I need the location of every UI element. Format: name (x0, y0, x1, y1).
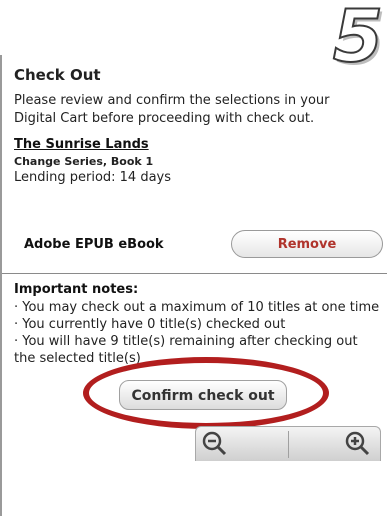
intro-text: Please review and confirm the selections… (14, 93, 330, 126)
remove-button[interactable]: Remove (231, 230, 383, 258)
book-title-link[interactable]: The Sunrise Lands (14, 137, 149, 152)
step-number: 5 (332, 0, 384, 78)
note-line: · You may check out a maximum of 10 titl… (14, 300, 380, 315)
screen: 5 Check Out Please review and confirm th… (0, 0, 387, 516)
page-title: Check Out (14, 66, 101, 84)
book-format: Adobe EPUB eBook (24, 237, 164, 252)
book-series: Change Series, Book 1 (14, 155, 154, 168)
highlight-ellipse (83, 357, 329, 429)
lending-period: Lending period: 14 days (14, 170, 172, 185)
important-notes-heading: Important notes: (14, 282, 139, 297)
zoom-controls (195, 426, 381, 461)
note-line: · You currently have 0 title(s) checked … (14, 317, 286, 332)
divider (2, 273, 387, 274)
zoom-in-icon[interactable] (343, 429, 373, 459)
zoom-separator (288, 431, 289, 458)
zoom-out-icon[interactable] (200, 429, 230, 459)
